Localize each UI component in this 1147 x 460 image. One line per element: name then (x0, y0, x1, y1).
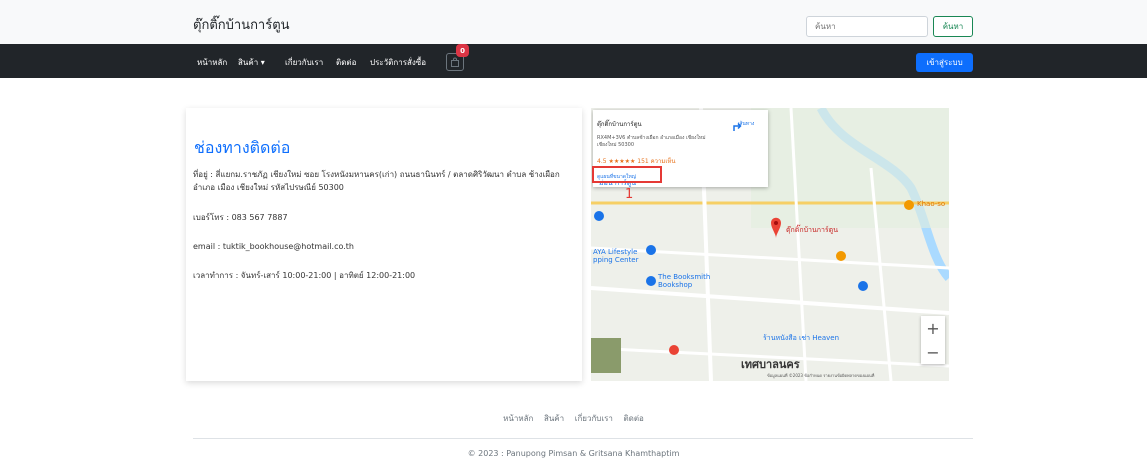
footer-copyright: © 2023 : Panupong Pimsan & Gritsana Kham… (467, 449, 680, 458)
map-attribution: ข้อมูลแผนที่ ©2023 ข้อกำหนด รายงานข้อผิด… (767, 373, 875, 378)
popup-rating[interactable]: 4.5 ★★★★★ 151 ความเห็น (597, 156, 675, 166)
directions-icon (733, 122, 742, 131)
directions-button[interactable]: เส้นทาง (731, 120, 761, 131)
bag-icon (451, 57, 459, 67)
footer-link-about[interactable]: เกี่ยวกับเรา (575, 414, 613, 423)
footer-divider (193, 438, 973, 439)
contact-card: ช่องทางติดต่อ ที่อยู่ : สี่แยกม.ราชภัฏ เ… (186, 108, 582, 381)
main-navbar: หน้าหลัก สินค้า ▾ เกี่ยวกับเรา ติดต่อ ปร… (0, 44, 1147, 78)
map-label-bookshop: The Booksmith Bookshop (658, 273, 711, 289)
cart-count-badge: 0 (456, 44, 469, 57)
footer-nav: หน้าหลัก สินค้า เกี่ยวกับเรา ติดต่อ (0, 412, 1147, 425)
map-label-khaosoi: Khao-so (917, 200, 946, 208)
contact-title: ช่องทางติดต่อ (194, 138, 291, 157)
popup-title: ตุ๊กติ๊กบ้านการ์ตูน (597, 121, 642, 128)
map-label-pin: ตุ๊กติ๊กบ้านการ์ตูน (786, 226, 838, 234)
nav-contact[interactable]: ติดต่อ (336, 56, 356, 69)
contact-hours: เวลาทำการ : จันทร์-เสาร์ 10:00-21:00 | อ… (193, 271, 416, 280)
nav-about[interactable]: เกี่ยวกับเรา (285, 56, 323, 69)
map-label-maya: AYA Lifestyle pping Center (593, 248, 639, 264)
popup-address: RX4M+3V6 ตำบลช้างเผือก อำเภอเมือง เชียงใ… (597, 135, 706, 148)
map-zoom-control: + − (921, 316, 945, 364)
top-bar: ตุ๊กติ๊กบ้านการ์ตูน ค้นหา (0, 0, 1147, 44)
map-label-heaven: ร้านหนังสือ เช่า Heaven (763, 334, 840, 342)
contact-phone: เบอร์โทร : 083 567 7887 (193, 213, 288, 222)
login-button[interactable]: เข้าสู่ระบบ (916, 53, 973, 72)
zoom-in-button[interactable]: + (921, 316, 945, 340)
nav-home[interactable]: หน้าหลัก (197, 56, 227, 69)
google-map-embed[interactable]: ตุ๊กติ๊กบ้านการ์ตูน RX4M+3V6 ตำบลช้างเผื… (591, 108, 949, 381)
nav-products-dropdown[interactable]: สินค้า ▾ (238, 56, 265, 69)
contact-email: email : tuktik_bookhouse@hotmail.co.th (193, 242, 354, 251)
nav-order-history[interactable]: ประวัติการสั่งซื้อ (370, 56, 426, 69)
annotation-highlight-box (592, 166, 662, 183)
footer-link-products[interactable]: สินค้า (544, 414, 564, 423)
footer-link-home[interactable]: หน้าหลัก (503, 414, 533, 423)
search-input[interactable] (806, 16, 928, 37)
map-label-city: เทศบาลนคร (741, 358, 800, 371)
zoom-out-button[interactable]: − (921, 340, 945, 364)
search-button[interactable]: ค้นหา (933, 16, 973, 37)
footer-link-contact[interactable]: ติดต่อ (623, 414, 643, 423)
brand-logo-text[interactable]: ตุ๊กติ๊กบ้านการ์ตูน (193, 14, 290, 35)
contact-address: ที่อยู่ : สี่แยกม.ราชภัฏ เชียงใหม่ ซอย โ… (193, 170, 560, 192)
annotation-number: 1 (625, 187, 634, 202)
